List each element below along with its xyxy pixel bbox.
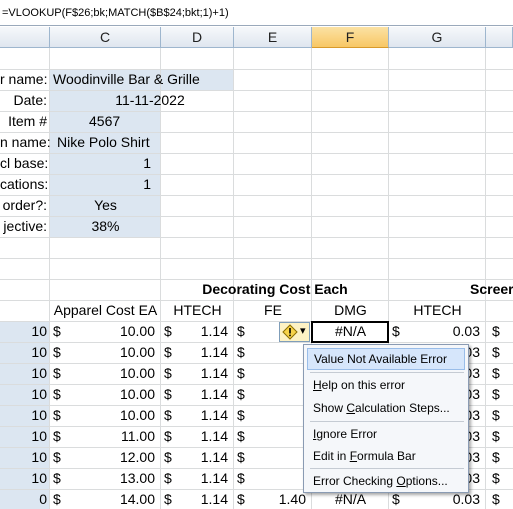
htech-d-cell[interactable]: 1.14 (171, 468, 231, 488)
formula-bar[interactable]: =VLOOKUP(F$26;bk;MATCH($B$24;bkt;1)+1) (0, 0, 513, 26)
column-header-c[interactable]: C (50, 27, 161, 48)
htech-header-d[interactable]: HTECH (161, 300, 234, 320)
form-label[interactable]: jective: (0, 216, 50, 236)
qty-cell[interactable]: 0 (0, 489, 50, 509)
warning-diamond-icon (282, 324, 298, 340)
qty-cell[interactable]: 10 (0, 363, 50, 383)
currency-sign[interactable]: $ (489, 447, 509, 467)
qty-cell[interactable]: 10 (0, 405, 50, 425)
htech-d-cell[interactable]: 1.14 (171, 426, 231, 446)
error-smart-tag[interactable]: ▾ (279, 322, 310, 342)
currency-sign[interactable]: $ (489, 489, 509, 509)
form-label[interactable]: r name: (0, 69, 50, 89)
currency-sign[interactable]: $ (489, 426, 509, 446)
htech-d-cell[interactable]: 1.14 (171, 363, 231, 383)
customer-name-cell[interactable]: Woodinville Bar & Grille (50, 69, 234, 89)
htech-d-cell[interactable]: 1.14 (171, 384, 231, 404)
currency-sign[interactable]: $ (489, 321, 509, 341)
currency-sign[interactable]: $ (234, 405, 254, 425)
currency-sign[interactable]: $ (234, 426, 254, 446)
currency-sign[interactable]: $ (489, 405, 509, 425)
menu-item-edit-in-formula-bar[interactable]: Edit in Formula Bar (307, 445, 465, 467)
fe-cell[interactable]: 1.40 (250, 489, 309, 509)
reorder-cell[interactable]: Yes (50, 195, 161, 215)
htech-d-cell[interactable]: 1.14 (171, 447, 231, 467)
htech-d-cell[interactable]: 1.14 (171, 342, 231, 362)
form-label[interactable]: order?: (0, 195, 50, 215)
dmg-cell[interactable]: #N/A (312, 321, 389, 341)
menu-item-ignore-error[interactable]: Ignore Error (307, 423, 465, 445)
cl-base-cell[interactable]: 1 (50, 153, 154, 173)
currency-sign[interactable]: $ (489, 342, 509, 362)
form-label[interactable]: cations: (0, 174, 50, 194)
currency-sign[interactable]: $ (234, 342, 254, 362)
apparel-cost-cell[interactable]: 13.00 (60, 468, 158, 488)
locations-cell[interactable]: 1 (50, 174, 154, 194)
qty-cell[interactable]: 10 (0, 384, 50, 404)
htech-header-g[interactable]: HTECH (389, 300, 486, 320)
currency-sign[interactable]: $ (234, 468, 254, 488)
htech-d-cell[interactable]: 1.14 (171, 405, 231, 425)
apparel-cost-cell[interactable]: 10.00 (60, 363, 158, 383)
currency-sign[interactable]: $ (489, 384, 509, 404)
form-label[interactable]: n name: (0, 132, 50, 152)
form-label[interactable]: cl base: (0, 153, 50, 173)
htech-g-cell[interactable]: 0.03 (400, 321, 483, 341)
currency-sign[interactable]: $ (234, 363, 254, 383)
apparel-cost-cell[interactable]: 10.00 (60, 342, 158, 362)
item-number-cell[interactable]: 4567 (86, 111, 161, 131)
column-header-e[interactable]: E (234, 27, 312, 48)
htech-d-cell[interactable]: 1.14 (171, 321, 231, 341)
currency-sign[interactable]: $ (489, 363, 509, 383)
apparel-cost-cell[interactable]: 10.00 (60, 384, 158, 404)
column-header-b[interactable] (0, 27, 50, 48)
objective-cell[interactable]: 38% (50, 216, 161, 236)
date-cell[interactable]: 11-11-2022 (50, 90, 250, 110)
currency-sign[interactable]: $ (489, 468, 509, 488)
column-header-g[interactable]: G (389, 27, 486, 48)
htech-d-cell[interactable]: 1.14 (171, 489, 231, 509)
column-header-d[interactable]: D (161, 27, 234, 48)
currency-sign[interactable]: $ (234, 321, 254, 341)
menu-item-help-on-error[interactable]: Help on this error (307, 374, 465, 396)
dmg-header[interactable]: DMG (312, 300, 389, 320)
form-label[interactable]: Item # (0, 111, 50, 131)
column-header-f[interactable]: F (312, 27, 389, 48)
menu-item-show-calculation-steps[interactable]: Show Calculation Steps... (307, 397, 465, 419)
smart-tag-dropdown[interactable]: ▾ (300, 324, 306, 337)
menu-title-value-not-available: Value Not Available Error (307, 348, 465, 370)
apparel-cost-cell[interactable]: 10.00 (60, 321, 158, 341)
item-name-cell[interactable]: Nike Polo Shirt (54, 132, 161, 152)
apparel-cost-cell[interactable]: 12.00 (60, 447, 158, 467)
error-context-menu: Value Not Available Error Help on this e… (303, 344, 469, 493)
qty-cell[interactable]: 10 (0, 468, 50, 488)
currency-sign[interactable]: $ (234, 384, 254, 404)
column-header-h[interactable] (486, 27, 513, 48)
apparel-cost-cell[interactable]: 11.00 (60, 426, 158, 446)
form-label[interactable]: Date: (0, 90, 50, 110)
apparel-cost-cell[interactable]: 14.00 (60, 489, 158, 509)
qty-cell[interactable]: 10 (0, 426, 50, 446)
qty-cell[interactable]: 10 (0, 321, 50, 341)
apparel-cost-cell[interactable]: 10.00 (60, 405, 158, 425)
currency-sign[interactable]: $ (234, 447, 254, 467)
decorating-cost-header[interactable]: Decorating Cost Each (161, 279, 389, 299)
qty-cell[interactable]: 10 (0, 342, 50, 362)
fe-header[interactable]: FE (234, 300, 312, 320)
apparel-cost-header[interactable]: Apparel Cost EA (50, 300, 161, 320)
menu-item-error-checking-options[interactable]: Error Checking Options... (307, 470, 465, 492)
screen-header[interactable]: Screer (470, 279, 513, 299)
qty-cell[interactable]: 10 (0, 447, 50, 467)
